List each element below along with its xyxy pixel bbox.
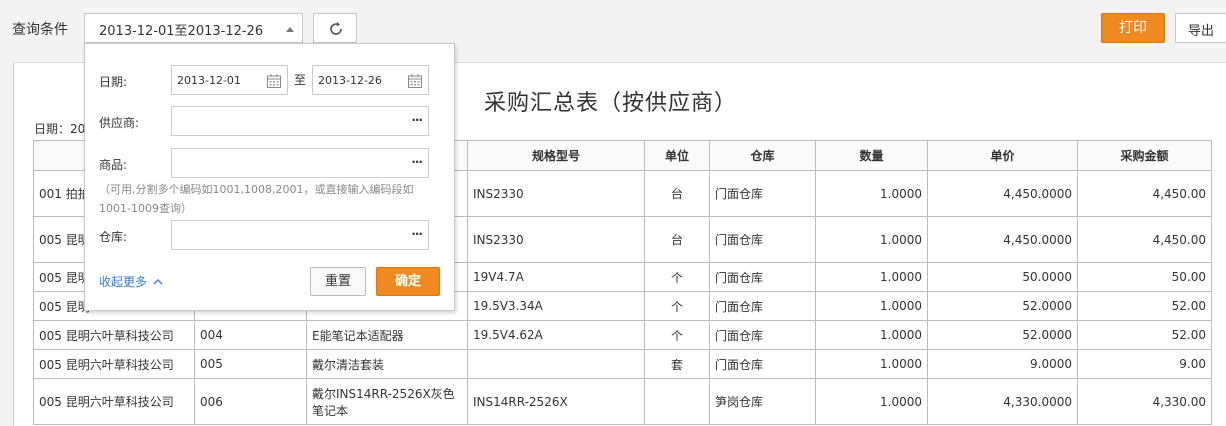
table-cell: 52.00 <box>1077 320 1212 350</box>
more-icon[interactable]: ··· <box>411 113 423 127</box>
table-cell: 52.00 <box>1077 291 1212 321</box>
table-cell: 19V4.7A <box>467 262 645 292</box>
column-header: 规格型号 <box>467 140 645 171</box>
table-cell: 门面仓库 <box>709 320 816 350</box>
table-cell: 个 <box>644 320 710 350</box>
table-cell: 个 <box>644 291 710 321</box>
table-cell: INS2330 <box>467 216 645 263</box>
table-cell: 笋岗仓库 <box>709 378 816 425</box>
confirm-button[interactable]: 确定 <box>376 267 440 296</box>
table-row: 005 昆明六叶草科技公司 004 E能笔记本适配器 19.5V4.62A 个门面仓库 1… <box>33 320 1212 350</box>
product-input[interactable]: ··· <box>171 148 429 178</box>
report-title: 采购汇总表（按供应商） <box>484 91 738 116</box>
table-cell <box>644 378 710 425</box>
supplier-label: 供应商: <box>99 116 140 130</box>
end-date-value: 2013-12-26 <box>318 74 382 87</box>
table-cell: 戴尔INS14RR-2526X灰色笔记本 <box>306 378 468 425</box>
table-cell: 005 <box>194 349 307 379</box>
table-cell: 门面仓库 <box>709 349 816 379</box>
table-cell: 005 昆明六叶草科技公司 <box>33 349 195 379</box>
table-cell: 4,330.0000 <box>927 378 1078 425</box>
table-cell: 个 <box>644 262 710 292</box>
to-label: 至 <box>294 73 307 87</box>
column-header: 数量 <box>815 140 928 171</box>
more-icon[interactable]: ··· <box>411 227 423 241</box>
table-cell: 1.0000 <box>815 378 928 425</box>
column-header: 单位 <box>644 140 710 171</box>
table-cell: 4,450.0000 <box>927 170 1078 217</box>
table-cell: 19.5V4.62A <box>467 320 645 350</box>
end-date-input[interactable]: 2013-12-26 <box>312 65 429 95</box>
product-hint: （可用,分割多个编码如1001,1008,2001，或直接输入编码段如1001-… <box>99 183 414 215</box>
table-cell: 9.0000 <box>927 349 1078 379</box>
product-label: 商品: <box>99 158 128 172</box>
collapse-more-link[interactable]: 收起更多 <box>99 273 163 290</box>
calendar-icon[interactable] <box>266 73 282 89</box>
table-cell: 门面仓库 <box>709 262 816 292</box>
table-cell: 1.0000 <box>815 349 928 379</box>
column-header: 单价 <box>927 140 1078 171</box>
date-range-dropdown[interactable]: 2013-12-01至2013-12-26 <box>84 13 303 43</box>
table-cell: INS2330 <box>467 170 645 217</box>
start-date-input[interactable]: 2013-12-01 <box>171 65 288 95</box>
table-cell: 1.0000 <box>815 320 928 350</box>
table-cell: 52.0000 <box>927 291 1078 321</box>
table-cell: 9.00 <box>1077 349 1212 379</box>
table-cell: 门面仓库 <box>709 291 816 321</box>
table-cell: 50.0000 <box>927 262 1078 292</box>
table-cell: 1.0000 <box>815 262 928 292</box>
export-button[interactable]: 导出 <box>1175 13 1226 43</box>
table-cell: 1.0000 <box>815 291 928 321</box>
caret-up-icon <box>286 27 294 32</box>
table-cell: 005 昆明六叶草科技公司 <box>33 378 195 425</box>
table-cell: 004 <box>194 320 307 350</box>
table-cell: 门面仓库 <box>709 170 816 217</box>
more-icon[interactable]: ··· <box>411 155 423 169</box>
table-cell: 4,450.00 <box>1077 170 1212 217</box>
table-cell: 50.00 <box>1077 262 1212 292</box>
refresh-icon <box>330 22 342 35</box>
table-cell <box>467 349 645 379</box>
warehouse-input[interactable]: ··· <box>171 220 429 250</box>
start-date-value: 2013-12-01 <box>177 74 241 87</box>
column-header: 采购金额 <box>1077 140 1212 171</box>
table-cell: 台 <box>644 216 710 263</box>
reset-button[interactable]: 重置 <box>310 267 366 296</box>
table-cell: 门面仓库 <box>709 216 816 263</box>
table-cell: 005 昆明六叶草科技公司 <box>33 320 195 350</box>
table-cell: 52.0000 <box>927 320 1078 350</box>
table-cell: 19.5V3.34A <box>467 291 645 321</box>
table-cell: 套 <box>644 349 710 379</box>
table-cell: 4,450.00 <box>1077 216 1212 263</box>
supplier-input[interactable]: ··· <box>171 106 429 136</box>
table-cell: 4,330.00 <box>1077 378 1212 425</box>
table-cell: 006 <box>194 378 307 425</box>
table-cell: INS14RR-2526X <box>467 378 645 425</box>
column-header: 仓库 <box>709 140 816 171</box>
warehouse-label: 仓库: <box>99 230 128 244</box>
print-button[interactable]: 打印 <box>1101 13 1165 43</box>
table-cell: E能笔记本适配器 <box>306 320 468 350</box>
query-filter-panel: 日期: 2013-12-01 至 2013-12-26 供应商: ··· 商品:… <box>84 43 455 311</box>
table-cell: 台 <box>644 170 710 217</box>
table-cell: 1.0000 <box>815 216 928 263</box>
table-row: 005 昆明六叶草科技公司 006 戴尔INS14RR-2526X灰色笔记本 INS1… <box>33 378 1212 425</box>
date-label: 日期: <box>99 75 128 89</box>
collapse-more-label: 收起更多 <box>99 275 148 289</box>
table-cell: 4,450.0000 <box>927 216 1078 263</box>
refresh-button[interactable] <box>313 13 357 43</box>
report-date: 日期：20 <box>34 122 86 136</box>
date-range-value: 2013-12-01至2013-12-26 <box>99 24 264 39</box>
query-label: 查询条件 <box>12 22 68 38</box>
calendar-icon[interactable] <box>407 73 423 89</box>
chevron-up-icon <box>153 279 163 285</box>
table-row: 005 昆明六叶草科技公司 005 戴尔清洁套装 套门面仓库 1.0000 9.0000 9… <box>33 349 1212 379</box>
table-cell: 1.0000 <box>815 170 928 217</box>
table-cell: 戴尔清洁套装 <box>306 349 468 379</box>
